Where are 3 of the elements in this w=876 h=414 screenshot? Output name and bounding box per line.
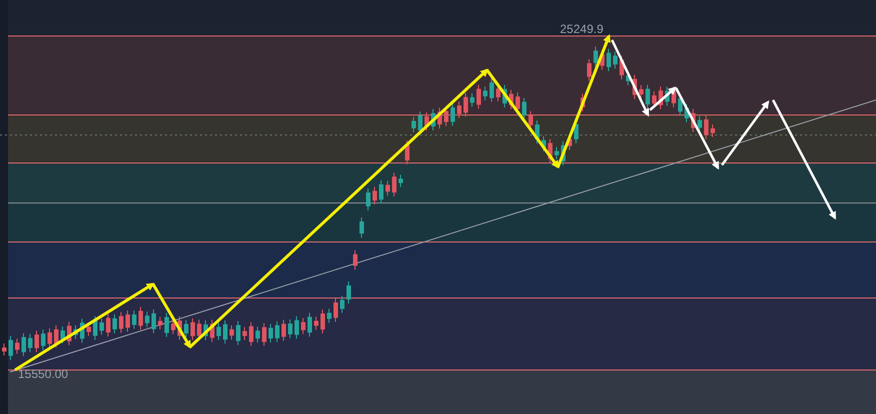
price-label: 15550.00 (18, 368, 68, 380)
arrow (721, 100, 770, 166)
price-label: 25249.9 (560, 23, 604, 35)
